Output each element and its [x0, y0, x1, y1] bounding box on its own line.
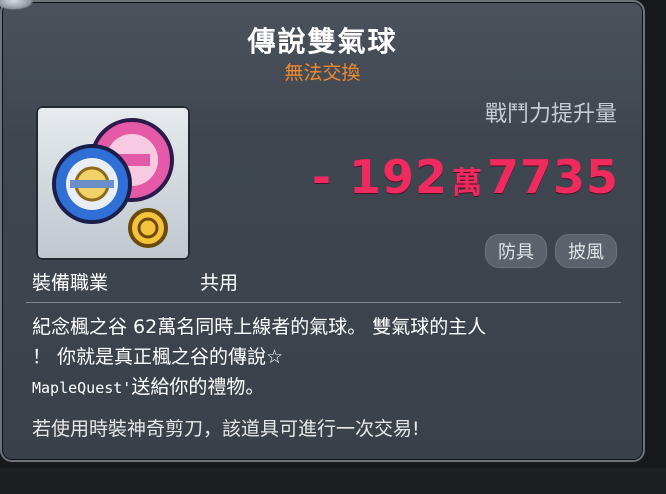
description-line-1: 紀念楓之谷 62萬名同時上線者的氣球。 雙氣球的主人: [32, 316, 487, 338]
power-sign: -: [311, 150, 332, 204]
job-value: 共用: [200, 272, 239, 294]
description-line-3-mono: MapleQuest': [32, 379, 132, 397]
corner-orb: [0, 0, 34, 10]
item-name: 傳說雙氣球: [247, 25, 398, 58]
twin-balloons-icon: [52, 118, 174, 248]
trade-note: 若使用時裝神奇剪刀，該道具可進行一次交易!: [32, 418, 420, 440]
power-rest: 7735: [486, 150, 619, 204]
description-line-2: ！ 你就是真正楓之谷的傳說☆: [32, 346, 284, 368]
power-value: - 192 萬7735: [312, 150, 619, 204]
background-strip: [0, 468, 666, 494]
tag-cape: 披風: [555, 234, 617, 268]
job-label: 裝備職業: [32, 272, 109, 294]
description-line-3-rest: 送給你的禮物。: [131, 376, 265, 398]
power-label: 戰鬥力提升量: [484, 102, 617, 127]
power-main: 192: [348, 150, 448, 204]
power-unit: 萬: [451, 166, 483, 201]
tag-armor: 防具: [485, 234, 547, 268]
item-description: 紀念楓之谷 62萬名同時上線者的氣球。 雙氣球的主人 ！ 你就是真正楓之谷的傳說…: [32, 312, 622, 403]
item-icon-frame: [36, 106, 190, 260]
tag-list: 防具 披風: [485, 234, 617, 268]
description-line-3: MapleQuest'送給你的禮物。: [32, 372, 622, 403]
divider: [26, 302, 621, 303]
item-tooltip: 傳說雙氣球 無法交換 戰鬥力提升量 - 192 萬7735 防具 披風 裝備職業 …: [0, 0, 645, 462]
trade-status: 無法交換: [284, 62, 361, 84]
